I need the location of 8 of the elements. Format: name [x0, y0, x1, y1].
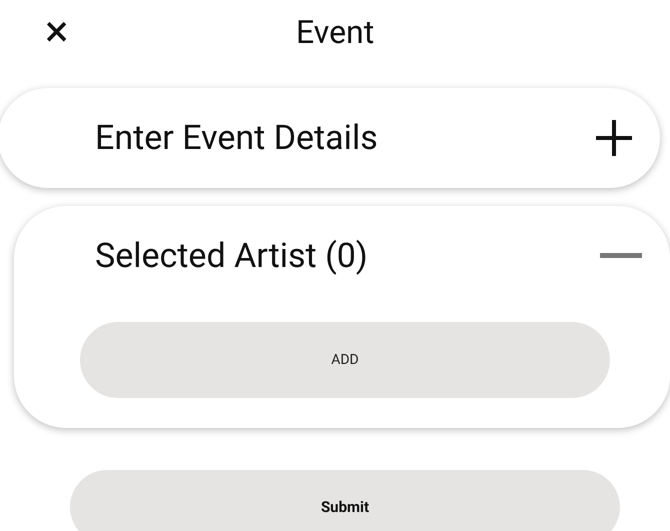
section-title[interactable]: Enter Event Details — [95, 112, 378, 164]
window-title: Event — [296, 12, 374, 53]
close-button[interactable]: × — [45, 9, 68, 53]
section-title[interactable]: Selected Artist (0) — [95, 230, 368, 282]
minus-icon[interactable] — [600, 253, 642, 259]
add-button[interactable]: ADD — [80, 322, 610, 398]
submit-button[interactable]: Submit — [70, 470, 620, 531]
plus-icon[interactable] — [596, 120, 632, 156]
